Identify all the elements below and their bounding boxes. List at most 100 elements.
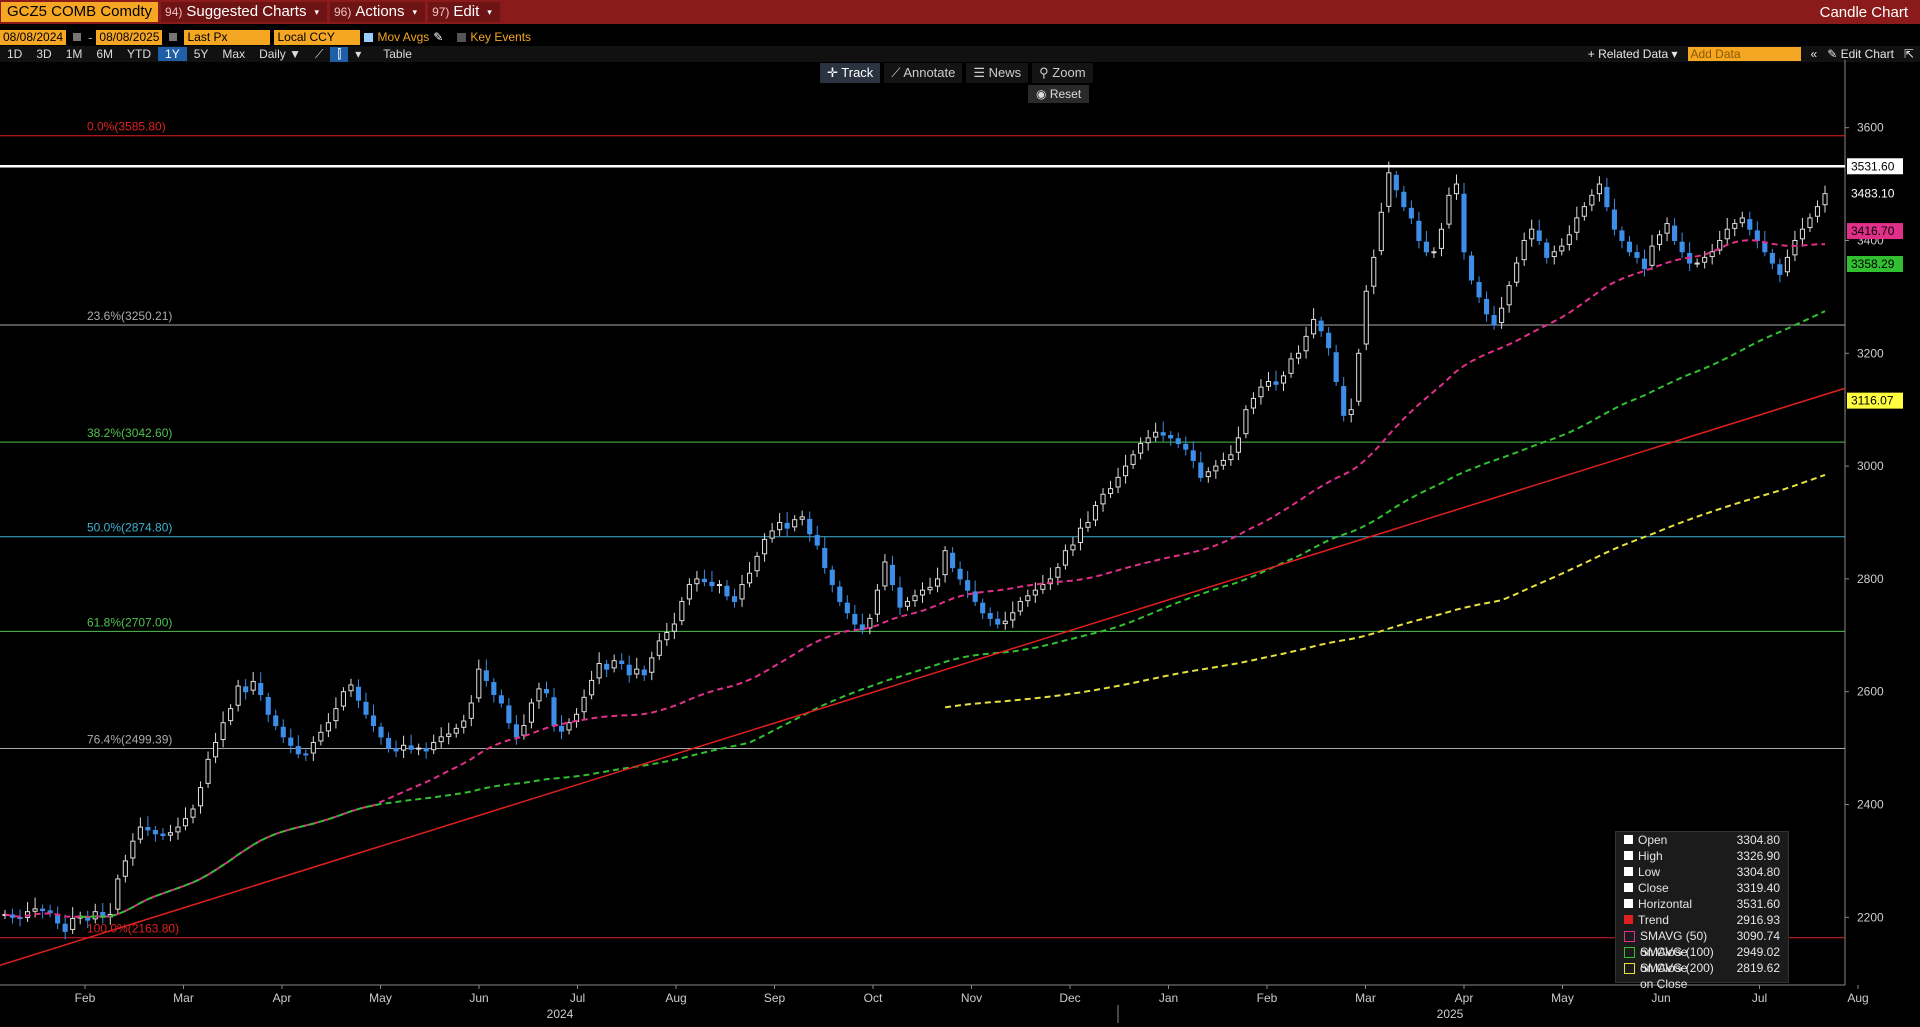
legend-row[interactable]: Trend 2916.93 — [1616, 912, 1788, 928]
candle-body — [1295, 352, 1302, 359]
table-button[interactable]: Table — [376, 47, 419, 61]
actions-menu[interactable]: 96) Actions ▾ — [329, 2, 426, 22]
legend-value: 2949.02 — [1736, 945, 1780, 959]
legend-row[interactable]: SMAVG (200) on Close 2819.62 — [1616, 960, 1788, 991]
trend-line — [0, 387, 1846, 966]
chevron-down-icon: ▾ — [314, 7, 319, 17]
candle-body — [604, 663, 610, 670]
fib-label: 38.2%(3042.60) — [87, 426, 172, 440]
add-data-input[interactable]: Add Data — [1687, 47, 1801, 61]
currency-selector[interactable]: Local CCY — [274, 29, 361, 45]
edit-menu[interactable]: 97) Edit ▾ — [428, 2, 500, 22]
candle-body — [1792, 239, 1798, 256]
x-tick-label: Sep — [764, 991, 786, 1005]
legend-swatch — [1624, 851, 1633, 860]
collapse-icon[interactable]: « — [1811, 47, 1818, 61]
range-ytd-button[interactable]: YTD — [120, 47, 158, 61]
candle-body — [152, 829, 158, 835]
candle-body — [829, 569, 835, 586]
candle-body — [1634, 252, 1640, 258]
range-5y-button[interactable]: 5Y — [187, 47, 216, 61]
candle-body — [912, 595, 918, 602]
pencil-icon[interactable]: ✎ — [433, 30, 443, 44]
legend-row[interactable]: SMAVG (100) on Close 2949.02 — [1616, 944, 1788, 975]
candle-body — [1138, 443, 1144, 454]
candle-body — [1476, 282, 1482, 298]
candle-body — [822, 547, 828, 569]
candle-body — [1521, 239, 1527, 261]
candle-body — [1514, 262, 1520, 283]
candle-body — [1423, 241, 1429, 253]
candle-body — [1318, 320, 1324, 332]
candle-body — [333, 708, 339, 722]
candle-body — [273, 715, 279, 727]
candle-body — [664, 631, 670, 641]
field-selector[interactable]: Last Px — [184, 29, 271, 45]
candle-body — [784, 522, 790, 529]
candle-body — [243, 686, 249, 693]
y-tick-label: 3200 — [1857, 346, 1884, 360]
range-max-button[interactable]: Max — [215, 47, 252, 61]
range-3d-button[interactable]: 3D — [29, 47, 58, 61]
candle-body — [957, 568, 963, 580]
legend-row[interactable]: Horizontal 3531.60 — [1616, 896, 1788, 912]
candle-body — [777, 522, 783, 531]
candle-body — [476, 668, 482, 699]
y-tick-label: 2400 — [1857, 798, 1884, 812]
candle-body — [1641, 258, 1648, 270]
legend-row[interactable]: Close 3319.40 — [1616, 880, 1788, 896]
candle-body — [1566, 234, 1572, 245]
candle-body — [1431, 251, 1437, 254]
calendar-icon[interactable] — [169, 33, 178, 41]
calendar-icon[interactable] — [73, 33, 82, 41]
candle-body — [265, 696, 271, 715]
legend-row[interactable]: Open 3304.80 — [1616, 832, 1788, 848]
candle-body — [980, 602, 986, 614]
candle-body — [1468, 255, 1475, 281]
range-1d-button[interactable]: 1D — [0, 47, 29, 61]
candle-body — [769, 530, 775, 539]
edit-chart-button[interactable]: ✎ Edit Chart — [1827, 47, 1894, 61]
period-selector[interactable]: Daily ▼ — [252, 47, 308, 61]
start-date-field[interactable]: 08/08/2024 — [0, 29, 67, 45]
candle-body — [1679, 241, 1685, 253]
legend-swatch — [1624, 915, 1633, 924]
legend-row[interactable]: SMAVG (50) on Close 3090.74 — [1616, 928, 1788, 959]
candle-body — [1446, 194, 1452, 225]
range-6m-button[interactable]: 6M — [89, 47, 120, 61]
key-events-checkbox[interactable]: Key Events — [457, 30, 531, 44]
security-ticker[interactable]: GCZ5 COMB Comdty — [1, 2, 159, 22]
candle-body — [1326, 332, 1332, 349]
candle-body — [950, 552, 956, 569]
legend-name: Horizontal — [1638, 897, 1693, 911]
expand-icon[interactable]: ⇱ — [1904, 47, 1914, 61]
related-data-button[interactable]: + Related Data ▾ — [1588, 47, 1678, 61]
fib-label: 23.6%(3250.21) — [87, 309, 172, 323]
candle-body — [1311, 318, 1317, 335]
range-1y-button[interactable]: 1Y — [158, 47, 187, 61]
legend-row[interactable]: Low 3304.80 — [1616, 864, 1788, 880]
mov-avgs-checkbox[interactable]: Mov Avgs ✎ — [364, 30, 443, 44]
price-tag-label: 3531.60 — [1851, 159, 1895, 173]
suggested-charts-menu[interactable]: 94) Suggested Charts ▾ — [161, 2, 327, 22]
date-separator: - — [88, 29, 93, 45]
candle-body — [190, 808, 196, 818]
legend-row[interactable]: High 3326.90 — [1616, 848, 1788, 864]
candle-body — [799, 516, 805, 520]
candle-body — [724, 585, 730, 597]
candle-body — [1092, 505, 1099, 521]
end-date-field[interactable]: 08/08/2025 — [96, 29, 163, 45]
candle-body — [874, 589, 880, 615]
menu-label: Suggested Charts — [186, 3, 307, 20]
candle-body — [1017, 600, 1023, 612]
candle-body — [1408, 207, 1414, 219]
candle-body — [1213, 465, 1219, 472]
chevron-down-icon[interactable]: ▾ — [348, 47, 368, 61]
candle-body — [762, 538, 768, 555]
range-1m-button[interactable]: 1M — [59, 47, 90, 61]
candle-body — [904, 600, 911, 607]
candle-body — [498, 695, 504, 704]
candle-body — [1484, 298, 1490, 315]
menu-label: Edit — [453, 3, 480, 20]
candle-body — [679, 600, 685, 622]
